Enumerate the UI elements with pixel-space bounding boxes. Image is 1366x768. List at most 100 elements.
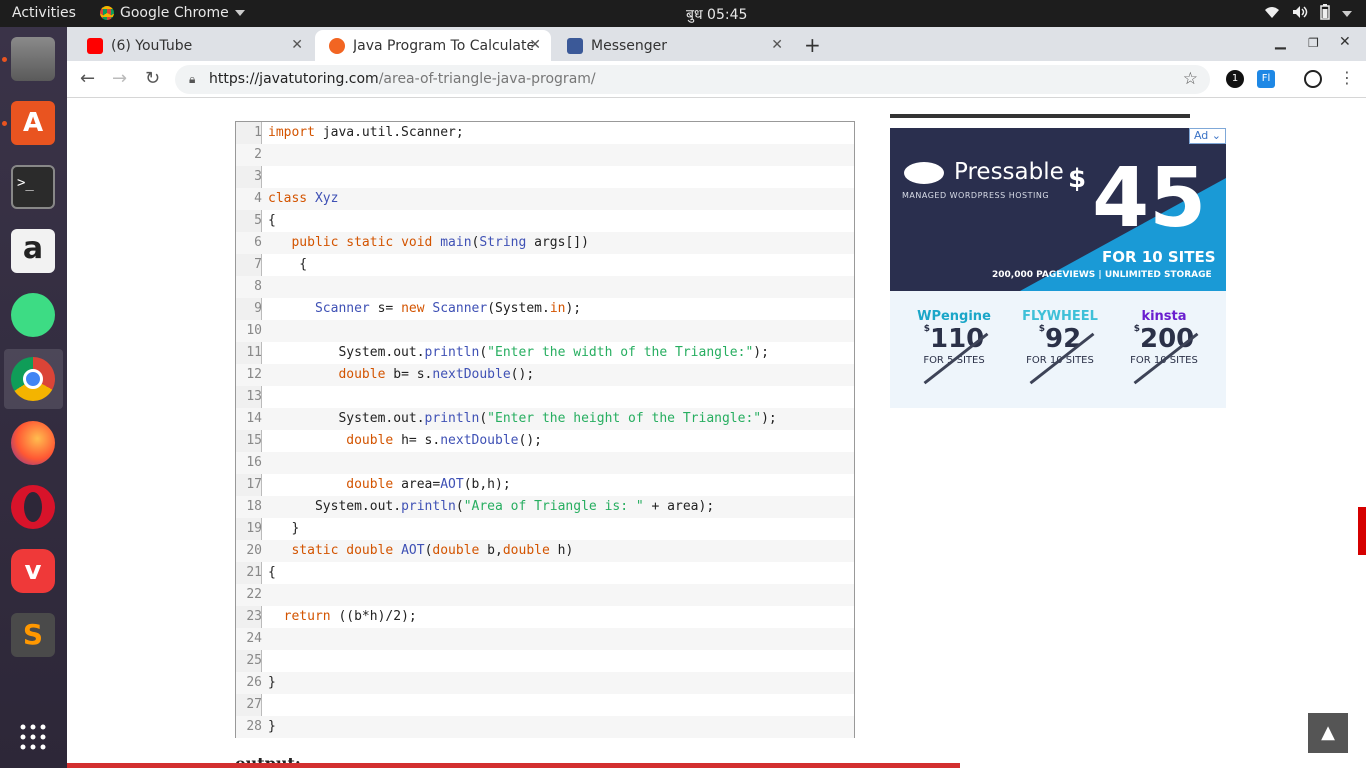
chrome-dock-icon[interactable]: [11, 357, 55, 401]
ad-choices-badge[interactable]: Ad ⌄: [1188, 128, 1226, 144]
competitor-price: $92: [1038, 324, 1082, 354]
code-line: 28}: [236, 716, 854, 738]
close-icon[interactable]: ✕: [529, 37, 541, 53]
line-number: 24: [246, 631, 262, 646]
opera-icon[interactable]: [11, 485, 55, 529]
line-number: 1: [254, 125, 262, 140]
sublime-text-icon[interactable]: S: [11, 613, 55, 657]
code-line: 25: [236, 650, 854, 672]
android-studio-icon[interactable]: [11, 293, 55, 337]
code-line: 21 {: [236, 562, 854, 584]
line-number: 21: [246, 565, 262, 580]
extension-1-icon[interactable]: 1: [1226, 70, 1244, 88]
terminal-icon[interactable]: >_: [11, 165, 55, 209]
code-line: 27: [236, 694, 854, 716]
sidebar-top-rule: [890, 114, 1190, 118]
vivaldi-icon[interactable]: v: [11, 549, 55, 593]
tab-youtube[interactable]: (6) YouTube ✕: [73, 30, 313, 61]
code-line: 2: [236, 144, 854, 166]
system-tray[interactable]: [1264, 4, 1352, 24]
tab-strip: (6) YouTube ✕ Java Program To Calculate …: [67, 27, 1366, 61]
line-number: 26: [246, 675, 262, 690]
competitor-name: FLYWHEEL: [1022, 309, 1098, 324]
url-text: https://javatutoring.com/area-of-triangl…: [209, 65, 596, 94]
files-icon[interactable]: [11, 37, 55, 81]
code-text: System.out.println("Enter the height of …: [268, 411, 777, 426]
app-menu-label: Google Chrome: [120, 5, 229, 21]
menu-kebab-icon[interactable]: ⋮: [1339, 68, 1355, 87]
scrollbar-marker[interactable]: [1358, 507, 1366, 555]
chevron-down-icon: [234, 10, 245, 16]
restore-button[interactable]: ❐: [1308, 36, 1319, 50]
bookmark-star-icon[interactable]: ☆: [1183, 65, 1198, 94]
line-number: 9: [254, 301, 262, 316]
code-line: 18 System.out.println("Area of Triangle …: [236, 496, 854, 518]
close-icon[interactable]: ✕: [291, 37, 303, 53]
line-number: 14: [246, 411, 262, 426]
competitor-price-value: 110: [929, 324, 985, 354]
line-number: 8: [254, 279, 262, 294]
line-number: 4: [254, 191, 262, 206]
firefox-icon[interactable]: [11, 421, 55, 465]
running-indicator: [2, 121, 7, 126]
show-applications-icon[interactable]: [11, 715, 55, 759]
line-number: 7: [254, 257, 262, 272]
code-line: 6 public static void main(String args[]): [236, 232, 854, 254]
forward-button[interactable]: →: [112, 68, 127, 89]
ad-details: 200,000 PAGEVIEWS | UNLIMITED STORAGE: [992, 270, 1212, 280]
code-line: 14 System.out.println("Enter the height …: [236, 408, 854, 430]
scroll-to-top-button[interactable]: ▲: [1308, 713, 1348, 753]
competitor-price: $200: [1133, 324, 1195, 354]
code-line: 15 double h= s.nextDouble();: [236, 430, 854, 452]
code-text: System.out.println("Area of Triangle is:…: [268, 499, 715, 514]
close-icon[interactable]: ✕: [771, 37, 783, 53]
line-number: 6: [254, 235, 262, 250]
tab-messenger[interactable]: Messenger ✕: [553, 30, 793, 61]
line-number: 13: [246, 389, 262, 404]
code-text: public static void main(String args[]): [291, 235, 589, 250]
youtube-icon: [87, 37, 103, 54]
line-number: 17: [246, 477, 262, 492]
ad-tagline: MANAGED WORDPRESS HOSTING: [902, 191, 1050, 200]
code-line: 22: [236, 584, 854, 606]
activities-button[interactable]: Activities: [12, 5, 76, 21]
extension-fl-icon[interactable]: Fl: [1257, 70, 1275, 88]
pressable-ad[interactable]: Pressable MANAGED WORDPRESS HOSTING $45 …: [890, 128, 1226, 408]
new-tab-button[interactable]: +: [804, 33, 821, 57]
ad-price: $45: [1068, 158, 1206, 240]
ad-currency: $: [1068, 164, 1087, 194]
competitor-wpengine: WPengine $110 FOR 5 SITES: [904, 309, 1004, 385]
line-number: 16: [246, 455, 262, 470]
line-number: 2: [254, 147, 262, 162]
profile-avatar[interactable]: [1304, 70, 1322, 88]
software-center-icon[interactable]: A: [11, 101, 55, 145]
running-indicator: [2, 57, 7, 62]
code-block: 1 import java.util.Scanner; 2 3 4 class Xyz 5{…: [235, 121, 855, 738]
line-number: 3: [254, 169, 262, 184]
line-number: 22: [246, 587, 262, 602]
volume-icon: [1292, 5, 1308, 23]
line-number: 23: [246, 609, 262, 624]
amazon-icon[interactable]: a: [11, 229, 55, 273]
line-number: 10: [246, 323, 262, 338]
line-number: 11: [246, 345, 262, 360]
address-bar[interactable]: 🔒︎ https://javatutoring.com/area-of-tria…: [175, 65, 1210, 94]
reload-button[interactable]: ↻: [145, 68, 160, 89]
clock[interactable]: बुध 05:45: [686, 5, 747, 24]
code-line: 13: [236, 386, 854, 408]
app-menu[interactable]: Google Chrome: [100, 5, 245, 21]
minimize-button[interactable]: ▁: [1275, 34, 1286, 50]
back-button[interactable]: ←: [80, 68, 95, 89]
competitor-price: $110: [923, 324, 985, 354]
url-host: https://javatutoring.com: [209, 71, 379, 87]
close-window-button[interactable]: ✕: [1339, 34, 1351, 50]
tab-java-program[interactable]: Java Program To Calculate ✕: [315, 30, 551, 61]
code-line: 5{: [236, 210, 854, 232]
wifi-icon: [1264, 5, 1280, 23]
code-text: System.out.println("Enter the width of t…: [268, 345, 769, 360]
code-line: 16: [236, 452, 854, 474]
ad-comparison: WPengine $110 FOR 5 SITES FLYWHEEL $92 F…: [890, 291, 1226, 408]
line-number: 12: [246, 367, 262, 382]
code-text: class Xyz: [268, 191, 339, 206]
code-text: {: [268, 213, 276, 228]
